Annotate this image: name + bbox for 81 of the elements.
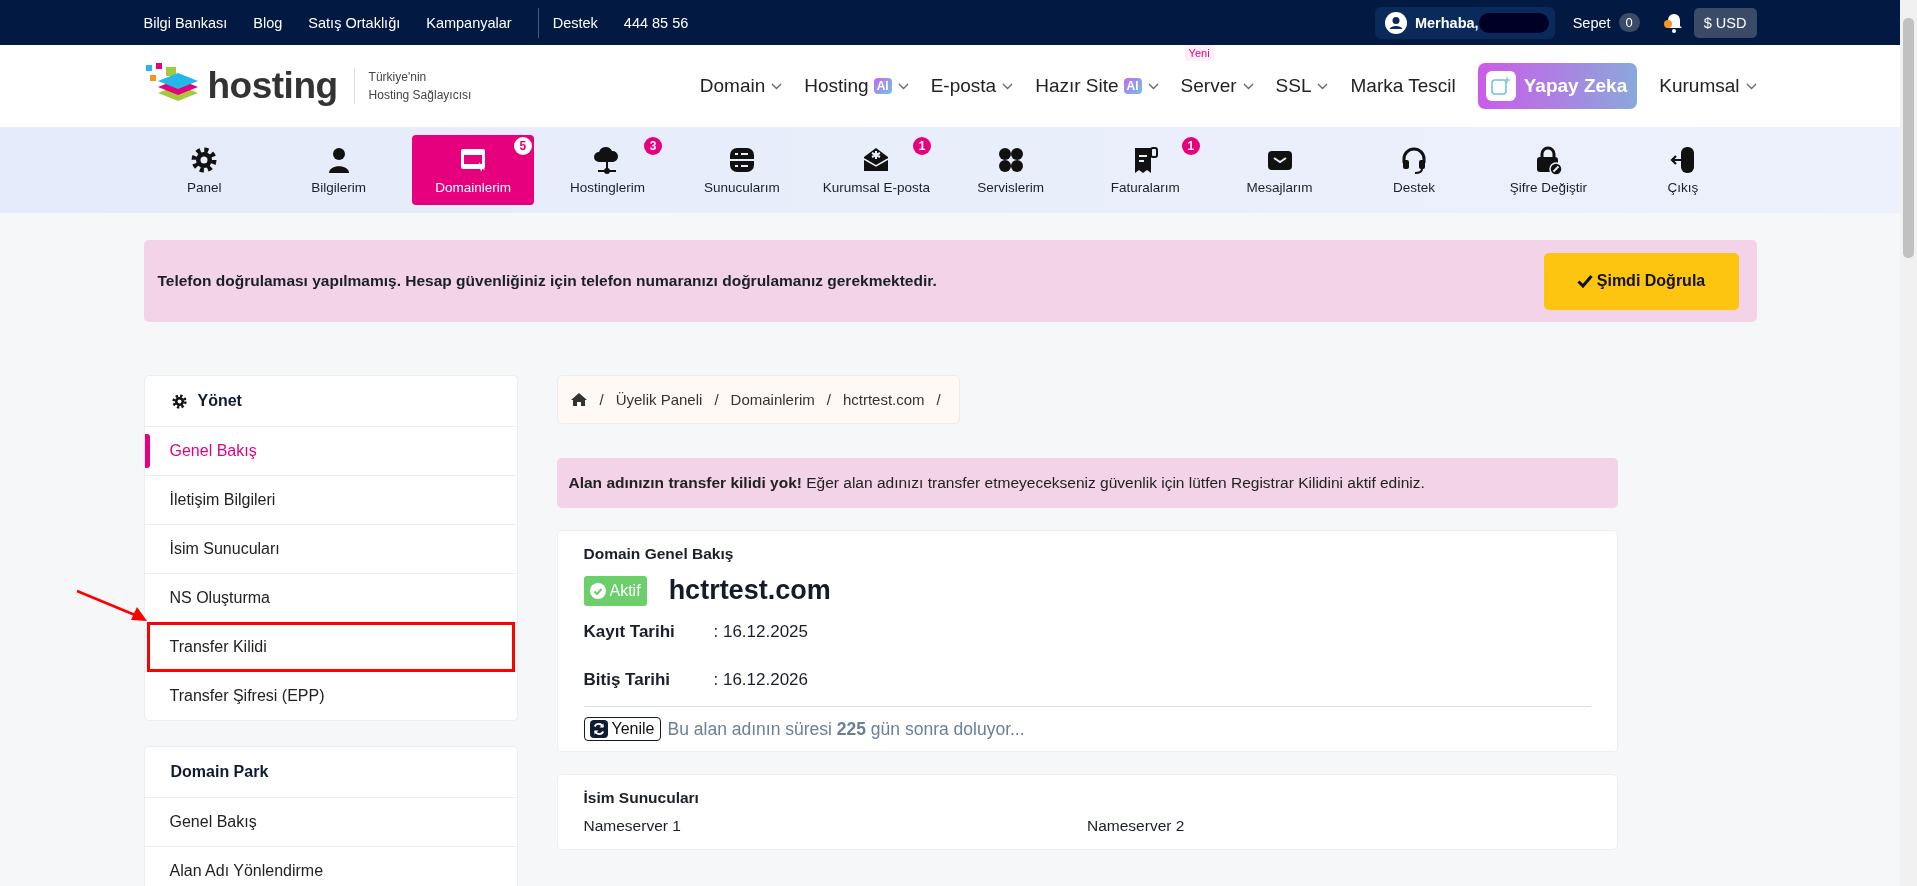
card-title: Domain Genel Bakış (583, 545, 735, 563)
cart-count: 0 (1618, 13, 1640, 32)
date-label: Bitiş Tarihi (583, 670, 672, 690)
user-menu[interactable]: Merhaba, (1374, 6, 1555, 39)
menu-section-title: Domain Park (170, 763, 269, 781)
breadcrumb-link[interactable]: hctrtest.com (842, 391, 925, 408)
logo-text[interactable]: hosting (207, 65, 338, 107)
gear-icon (170, 392, 188, 410)
dashboard-tab[interactable]: Destek (1353, 135, 1475, 205)
verify-now-button[interactable]: Şimdi Doğrula (1543, 252, 1739, 310)
sidebar-item[interactable]: Genel Bakış (169, 813, 257, 831)
top-link[interactable]: Kampanyalar (426, 14, 512, 31)
date-value: : 16.12.2025 (713, 622, 809, 642)
breadcrumb-link[interactable]: Domainlerim (730, 391, 815, 408)
nav-link[interactable]: Hosting AI (804, 75, 909, 97)
field-label: Nameserver 2 (1087, 817, 1186, 835)
active-indicator (144, 434, 150, 468)
nav-link[interactable]: E-posta (930, 75, 1014, 97)
dashboard-tab[interactable]: Domainlerim 5 (412, 135, 534, 205)
dashboard-tab[interactable]: Bilgilerim (277, 135, 400, 205)
home-icon[interactable] (569, 392, 588, 407)
sidebar-item[interactable]: NS Oluşturma (169, 589, 270, 607)
sidebar-item[interactable]: Alan Adı Yönlendirme (169, 862, 324, 880)
refresh-icon (589, 720, 608, 738)
transfer-lock-warning: Alan adınızın transfer kilidi yok! Eğer alan adınızı transfer etmeyecekseniz güvenlik için lütfen Registrar Kilidini aktif ediniz. (568, 474, 1425, 492)
nav-link[interactable]: Marka Tescil (1350, 75, 1456, 97)
field-label: Nameserver 1 (583, 817, 682, 835)
breadcrumb-link[interactable]: Üyelik Paneli (615, 391, 703, 408)
sidebar-item[interactable]: Genel Bakış (169, 442, 257, 460)
dashboard-tab[interactable]: Panel (143, 135, 265, 205)
date-label: Kayıt Tarihi (583, 622, 676, 642)
nav-link[interactable]: SSL (1275, 75, 1329, 97)
check-circle-icon (589, 582, 606, 599)
ai-badge: AI (873, 78, 892, 94)
nav-link[interactable]: Domain (699, 75, 783, 97)
dashboard-tab[interactable]: Servislerim (950, 135, 1072, 205)
new-badge: Yeni (1184, 45, 1214, 61)
support-link[interactable]: Destek (552, 14, 598, 31)
nav-link[interactable]: Kurumsal (1659, 75, 1757, 97)
dashboard-tab[interactable]: Mesajlarım (1218, 135, 1341, 205)
currency-button[interactable]: $ USD (1693, 7, 1757, 38)
user-greeting: Merhaba, (1414, 14, 1479, 31)
cart-link[interactable]: Sepet (1572, 14, 1611, 31)
dashboard-tab[interactable]: Faturalarım 1 (1084, 135, 1206, 205)
breadcrumb-separator: / (826, 391, 831, 408)
checkmark-icon (1576, 274, 1593, 288)
logo-tagline: Türkiye'nin (368, 69, 428, 86)
count-badge: 1 (1181, 137, 1200, 155)
ai-badge: AI (1123, 78, 1142, 94)
sidebar-item[interactable]: Transfer Şifresi (EPP) (169, 687, 325, 705)
dashboard-tab[interactable]: Çıkış (1622, 135, 1744, 205)
scrollbar-thumb[interactable] (1903, 18, 1914, 258)
logo-tagline: Hosting Sağlayıcısı (368, 87, 472, 104)
user-avatar-icon (1384, 11, 1407, 34)
top-link[interactable]: Satış Ortaklığı (308, 14, 401, 31)
redacted-name (1478, 12, 1549, 33)
top-link[interactable]: Blog (253, 14, 283, 31)
card-title: İsim Sunucuları (583, 789, 700, 807)
nav-link[interactable]: Hazır Site AI (1035, 75, 1159, 97)
count-badge: 1 (913, 137, 932, 155)
domain-name: hctrtest.com (668, 575, 831, 606)
dashboard-tab[interactable]: Sunucularım (681, 135, 803, 205)
breadcrumb-separator: / (599, 391, 604, 408)
sidebar-item[interactable]: İletişim Bilgileri (169, 491, 276, 509)
status-badge: Aktif (583, 575, 647, 606)
sidebar-item[interactable]: İsim Sunucuları (169, 540, 280, 558)
dashboard-tab[interactable]: Hostinglerim 3 (546, 135, 669, 205)
dashboard-tab[interactable]: Şifre Değiştir (1487, 135, 1610, 205)
date-value: : 16.12.2026 (713, 670, 809, 690)
sidebar-item[interactable]: Transfer Kilidi (169, 638, 267, 656)
count-badge: 5 (513, 137, 532, 155)
dashboard-tab[interactable]: Kurumsal E-posta 1 (815, 135, 938, 205)
expiry-message: Bu alan adının süresi 225 gün sonra doluyor... (667, 718, 1025, 740)
top-link[interactable]: Bilgi Bankası (143, 14, 228, 31)
renew-button[interactable]: Yenile (583, 717, 661, 741)
breadcrumb-separator: / (714, 391, 719, 408)
count-badge: 3 (644, 137, 663, 155)
phone-number[interactable]: 444 85 56 (623, 14, 689, 31)
menu-section-title: Yönet (197, 392, 242, 410)
breadcrumb-separator: / (936, 391, 941, 408)
alert-message: Telefon doğrulaması yapılmamış. Hesap güvenliğiniz için telefon numaranızı doğrulamanız gerekmektedir. (157, 272, 938, 290)
